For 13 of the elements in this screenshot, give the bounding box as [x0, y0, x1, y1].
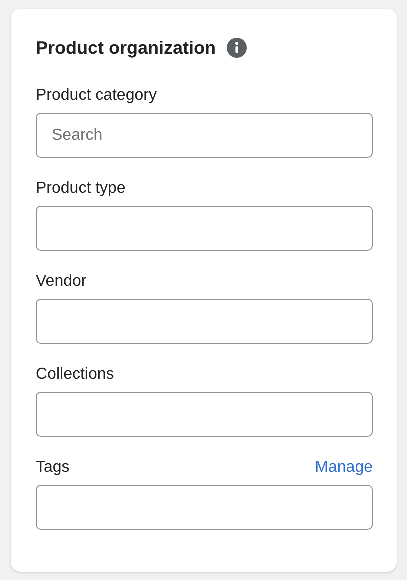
input-field[interactable]	[36, 392, 373, 437]
manage-link[interactable]: Manage	[315, 457, 373, 479]
info-icon[interactable]	[227, 38, 247, 58]
input-field[interactable]	[36, 299, 373, 344]
field-label: Collections	[36, 365, 114, 385]
input-field[interactable]: Search	[36, 113, 373, 158]
input-field[interactable]	[36, 206, 373, 251]
field-label: Tags	[36, 458, 70, 478]
input-field[interactable]	[36, 485, 373, 530]
field-label: Product category	[36, 86, 157, 106]
field-label: Vendor	[36, 272, 87, 292]
card-title: Product organization	[36, 37, 216, 60]
field-label: Product type	[36, 179, 126, 199]
